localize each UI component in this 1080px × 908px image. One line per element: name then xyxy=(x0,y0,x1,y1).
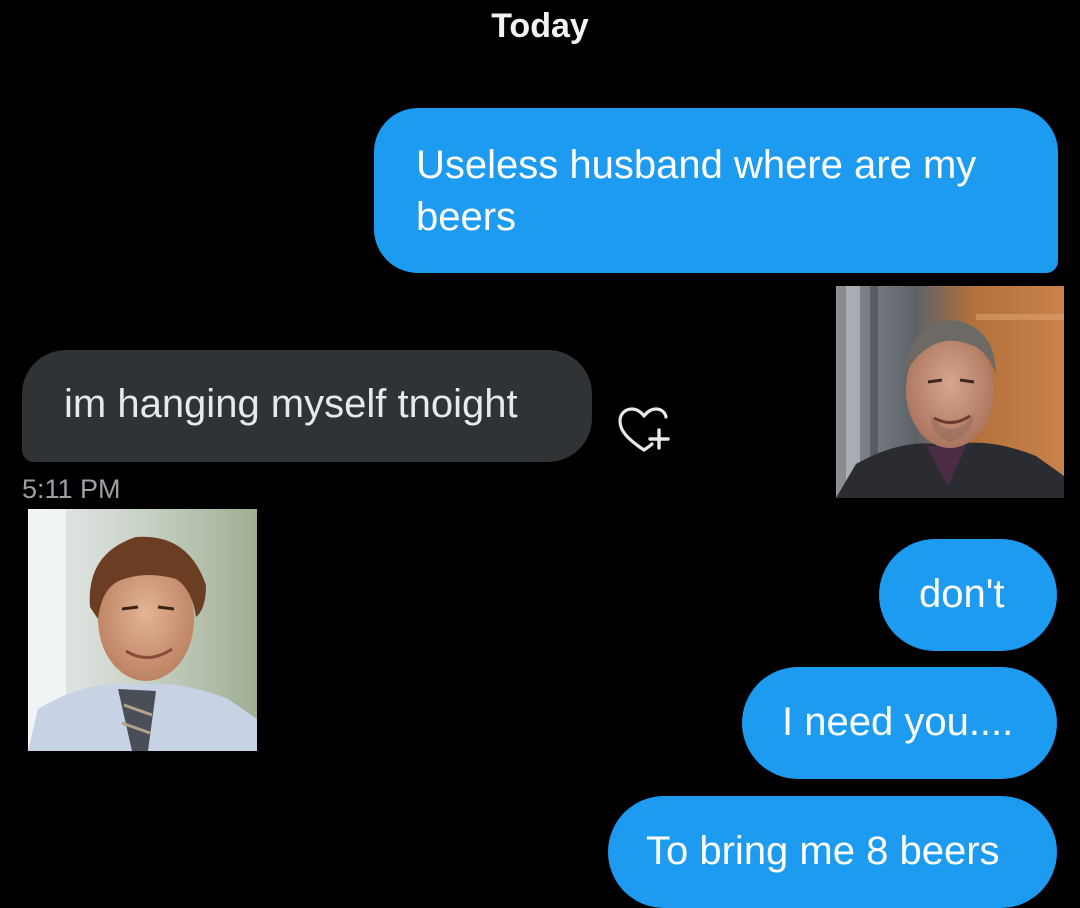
date-header: Today xyxy=(491,7,589,45)
message-bubble-outgoing[interactable]: To bring me 8 beers xyxy=(608,796,1057,908)
reaction-photo-man-smiling[interactable] xyxy=(28,509,257,751)
message-bubble-outgoing[interactable]: don't xyxy=(879,539,1057,651)
message-bubble-outgoing[interactable]: Useless husband where are my beers xyxy=(374,108,1058,273)
reaction-photo-man-smirking[interactable] xyxy=(836,286,1064,498)
message-bubble-incoming[interactable]: im hanging myself tnoight xyxy=(22,350,592,462)
message-timestamp: 5:11 PM xyxy=(22,474,121,504)
heart-plus-icon[interactable] xyxy=(616,406,672,456)
message-bubble-outgoing[interactable]: I need you.... xyxy=(742,667,1057,779)
